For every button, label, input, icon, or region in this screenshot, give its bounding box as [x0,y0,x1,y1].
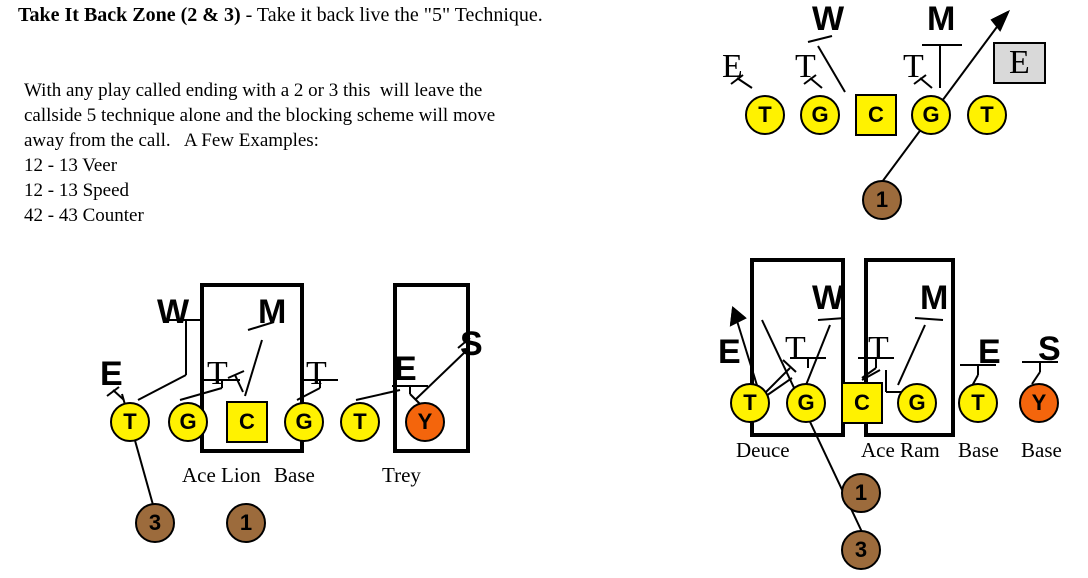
defender-end-right: E [978,333,1001,371]
caption-ace-ram: Ace Ram [861,438,940,462]
defender-will-linebacker: W [812,279,845,317]
caption-deuce: Deuce [736,438,790,462]
defender-end-left: E [722,48,743,85]
player-right-guard[interactable]: G [911,95,951,135]
defender-sam-linebacker: S [460,325,483,363]
player-tight-end[interactable]: Y [1019,383,1059,423]
defender-tackle-right: T [868,330,889,367]
defender-tackle-left: T [785,330,806,367]
defender-end-left: E [718,333,741,371]
player-right-tackle[interactable]: T [967,95,1007,135]
defender-end-right: E [394,350,417,388]
back-three[interactable]: 3 [841,530,881,570]
player-left-tackle[interactable]: T [745,95,785,135]
defender-tackle-right: T [306,355,327,392]
player-left-guard[interactable]: G [786,383,826,423]
player-left-tackle[interactable]: T [730,383,770,423]
defender-end-left: E [100,355,123,393]
player-center[interactable]: C [841,382,883,424]
player-left-tackle[interactable]: T [110,402,150,442]
defender-will-linebacker: W [157,293,190,331]
defender-mike-linebacker: M [927,0,956,38]
caption-ace-lion: Ace Lion [182,463,261,487]
player-center[interactable]: C [855,94,897,136]
defender-mike-linebacker: M [258,293,287,331]
player-right-tackle[interactable]: T [958,383,998,423]
back-one[interactable]: 1 [862,180,902,220]
defender-tackle-left: T [207,355,228,392]
player-tight-end[interactable]: Y [405,402,445,442]
player-right-guard[interactable]: G [284,402,324,442]
defender-mike-linebacker: M [920,279,949,317]
playbook-page: Take It Back Zone (2 & 3) - Take it back… [0,0,1088,578]
defender-sam-linebacker: S [1038,330,1061,368]
player-left-guard[interactable]: G [800,95,840,135]
player-right-tackle[interactable]: T [340,402,380,442]
player-right-guard[interactable]: G [897,383,937,423]
player-left-guard[interactable]: G [168,402,208,442]
defender-tackle-left: T [795,48,816,85]
caption-base: Base [274,463,315,487]
player-center[interactable]: C [226,401,268,443]
defender-will-linebacker: W [812,0,845,38]
back-three[interactable]: 3 [135,503,175,543]
defender-tackle-right: T [903,48,924,85]
caption-base-tight-end: Base [1021,438,1062,462]
back-one[interactable]: 1 [841,473,881,513]
defender-end-right-boxed: E [993,42,1046,84]
caption-base-end: Base [958,438,999,462]
back-one[interactable]: 1 [226,503,266,543]
caption-trey: Trey [382,463,421,487]
